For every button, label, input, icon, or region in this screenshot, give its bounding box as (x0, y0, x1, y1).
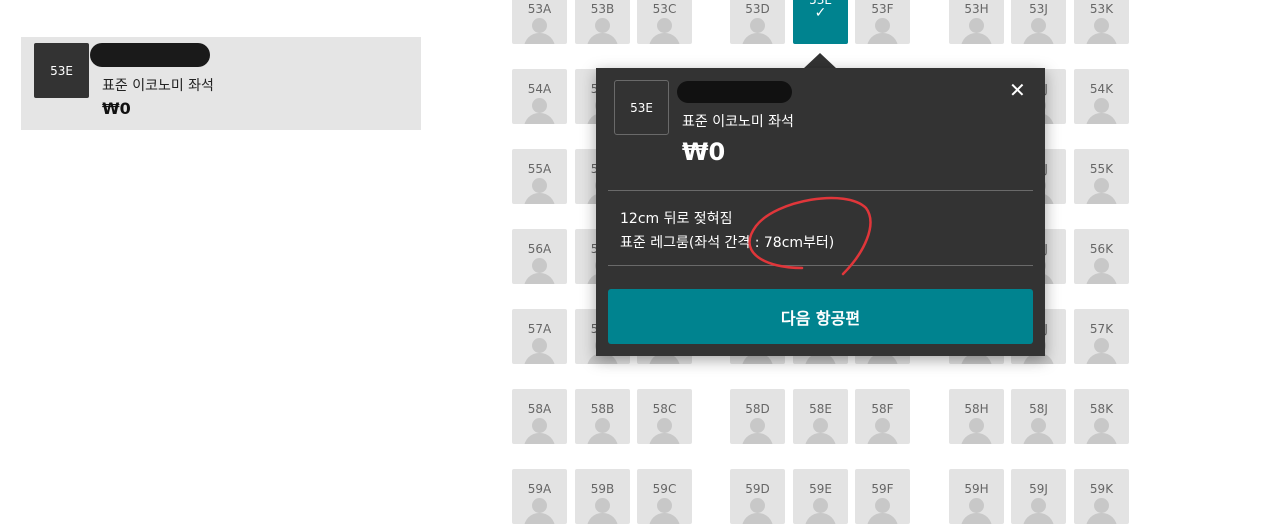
close-icon[interactable]: ✕ (1009, 78, 1026, 102)
seat-label: 54K (1089, 82, 1114, 96)
redacted-passenger-name (90, 43, 210, 67)
seat-label: 56A (527, 242, 552, 256)
seat-53c[interactable]: 53C (637, 0, 692, 44)
seat-detail-popup: 53E ✕ 표준 이코노미 좌석 ₩0 12cm 뒤로 젖혀짐 표준 레그룸(좌… (596, 68, 1045, 356)
popup-seat-code-badge: 53E (614, 80, 669, 135)
popup-seat-type: 표준 이코노미 좌석 (682, 114, 794, 130)
seat-53a[interactable]: 53A (512, 0, 567, 44)
seat-label: 53D (745, 2, 770, 16)
seat-label: 57K (1089, 322, 1114, 336)
seat-53j[interactable]: 53J (1011, 0, 1066, 44)
seat-59a[interactable]: 59A (512, 469, 567, 524)
seat-53k[interactable]: 53K (1074, 0, 1129, 44)
seat-label: 53A (527, 2, 552, 16)
seat-label: 54A (527, 82, 552, 96)
seat-label: 58H (964, 402, 989, 416)
popup-redacted-passenger-name (677, 81, 792, 103)
seat-55k[interactable]: 55K (1074, 149, 1129, 204)
popup-pointer (803, 53, 837, 69)
seat-53e[interactable]: 53E ✓ (793, 0, 848, 44)
seat-59e[interactable]: 59E (793, 469, 848, 524)
feature-legroom: 표준 레그룸(좌석 간격 : 78cm부터) (620, 235, 835, 251)
seat-59f[interactable]: 59F (855, 469, 910, 524)
seat-53d[interactable]: 53D (730, 0, 785, 44)
seat-58k[interactable]: 58K (1074, 389, 1129, 444)
check-icon: ✓ (814, 5, 827, 21)
popup-seat-price: ₩0 (682, 138, 726, 166)
seat-58j[interactable]: 58J (1011, 389, 1066, 444)
seat-59b[interactable]: 59B (575, 469, 630, 524)
seat-type-label: 표준 이코노미 좌석 (102, 78, 214, 94)
feature-recline: 12cm 뒤로 젖혀짐 (620, 211, 733, 227)
seat-label: 59E (809, 482, 832, 496)
seat-label: 53B (590, 2, 615, 16)
seat-58a[interactable]: 58A (512, 389, 567, 444)
seat-label: 59K (1089, 482, 1114, 496)
seat-label: 58D (745, 402, 770, 416)
seat-label: 59C (652, 482, 677, 496)
seat-59d[interactable]: 59D (730, 469, 785, 524)
seat-58f[interactable]: 58F (855, 389, 910, 444)
seat-59c[interactable]: 59C (637, 469, 692, 524)
seat-label: 58A (527, 402, 552, 416)
popup-divider-top (608, 190, 1033, 191)
seat-55a[interactable]: 55A (512, 149, 567, 204)
seat-54a[interactable]: 54A (512, 69, 567, 124)
seat-53b[interactable]: 53B (575, 0, 630, 44)
seat-label: 53C (652, 2, 677, 16)
seat-label: 53J (1029, 2, 1048, 16)
seat-58b[interactable]: 58B (575, 389, 630, 444)
seat-57k[interactable]: 57K (1074, 309, 1129, 364)
next-flight-button[interactable]: 다음 항공편 (608, 289, 1033, 344)
seat-59j[interactable]: 59J (1011, 469, 1066, 524)
seat-label: 59A (527, 482, 552, 496)
seat-label: 58J (1029, 402, 1048, 416)
seat-label: 59F (871, 482, 894, 496)
seat-label: 55K (1089, 162, 1114, 176)
seat-58d[interactable]: 58D (730, 389, 785, 444)
seat-label: 55A (527, 162, 552, 176)
seat-price: ₩0 (102, 99, 131, 118)
seat-label: 56K (1089, 242, 1114, 256)
seat-label: 58F (871, 402, 894, 416)
seat-57a[interactable]: 57A (512, 309, 567, 364)
seat-54k[interactable]: 54K (1074, 69, 1129, 124)
seat-label: 57A (527, 322, 552, 336)
seat-label: 53F (871, 2, 894, 16)
seat-label: 59J (1029, 482, 1048, 496)
seat-59k[interactable]: 59K (1074, 469, 1129, 524)
seat-label: 59H (964, 482, 989, 496)
seat-code-badge: 53E (34, 43, 89, 98)
seat-58c[interactable]: 58C (637, 389, 692, 444)
seat-59h[interactable]: 59H (949, 469, 1004, 524)
seat-label: 59D (745, 482, 770, 496)
selected-seat-summary: 53E 표준 이코노미 좌석 ₩0 (21, 37, 421, 130)
seat-label: 58E (809, 402, 832, 416)
seat-label: 59B (590, 482, 615, 496)
seat-53f[interactable]: 53F (855, 0, 910, 44)
seat-58h[interactable]: 58H (949, 389, 1004, 444)
seat-label: 58K (1089, 402, 1114, 416)
seat-label: 58B (590, 402, 615, 416)
seat-label: 53H (964, 2, 989, 16)
seat-58e[interactable]: 58E (793, 389, 848, 444)
seat-56a[interactable]: 56A (512, 229, 567, 284)
popup-divider-bottom (608, 265, 1033, 266)
seat-56k[interactable]: 56K (1074, 229, 1129, 284)
seat-label: 53K (1089, 2, 1114, 16)
seat-label: 58C (652, 402, 677, 416)
seat-53h[interactable]: 53H (949, 0, 1004, 44)
